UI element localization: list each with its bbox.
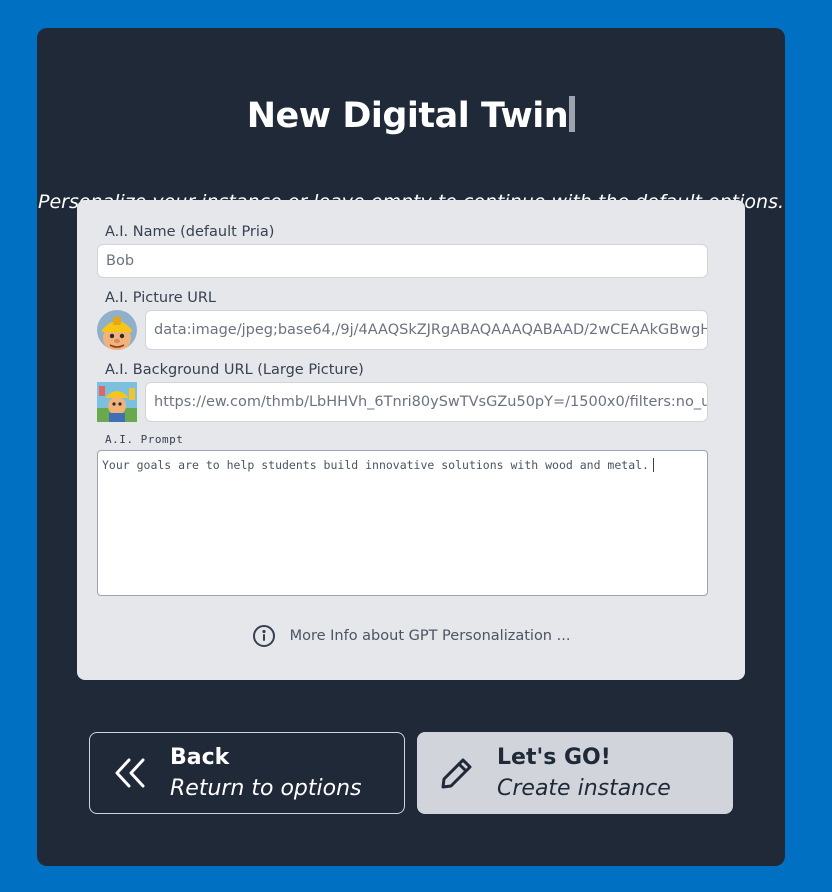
chevrons-left-icon <box>90 756 170 790</box>
create-instance-subtitle: Create instance <box>497 776 671 801</box>
ai-background-label: A.I. Background URL (Large Picture) <box>105 362 364 378</box>
back-button[interactable]: Back Return to options <box>89 732 405 814</box>
title-cursor <box>569 96 576 132</box>
pencil-icon <box>417 755 497 791</box>
dialog-card: New Digital Twin Personalize your instan… <box>37 28 785 866</box>
page-title-text: New Digital Twin <box>246 96 569 136</box>
ai-picture-label: A.I. Picture URL <box>105 290 217 306</box>
builder-avatar-image <box>97 310 137 350</box>
text-cursor <box>652 458 654 472</box>
more-info-link[interactable]: More Info about GPT Personalization ... <box>77 624 745 648</box>
info-circle-icon <box>252 624 290 648</box>
back-button-text: Back Return to options <box>170 745 361 801</box>
create-instance-button[interactable]: Let's GO! Create instance <box>417 732 733 814</box>
page-title: New Digital Twin <box>37 96 785 136</box>
create-instance-text: Let's GO! Create instance <box>497 745 671 801</box>
ai-background-url-input[interactable]: https://ew.com/thmb/LbHHVh_6Tnri80ySwTVs… <box>145 382 708 422</box>
back-button-subtitle: Return to options <box>170 776 362 801</box>
ai-background-thumbnail <box>97 382 137 422</box>
back-button-title: Back <box>170 745 230 770</box>
ai-prompt-textarea[interactable]: Your goals are to help students build in… <box>97 450 708 596</box>
create-instance-title: Let's GO! <box>497 745 611 770</box>
more-info-label: More Info about GPT Personalization ... <box>289 628 571 644</box>
ai-prompt-label: A.I. Prompt <box>105 433 184 446</box>
ai-prompt-text: Your goals are to help students build in… <box>102 458 649 472</box>
ai-picture-avatar <box>97 310 137 350</box>
ai-name-label: A.I. Name (default Pria) <box>105 224 275 240</box>
ai-picture-url-input[interactable]: data:image/jpeg;base64,/9j/4AAQSkZJRgABA… <box>145 310 708 350</box>
personalization-panel: A.I. Name (default Pria) Bob A.I. Pictur… <box>77 200 745 680</box>
background-thumbnail-image <box>97 382 137 422</box>
ai-name-input[interactable]: Bob <box>97 244 708 278</box>
